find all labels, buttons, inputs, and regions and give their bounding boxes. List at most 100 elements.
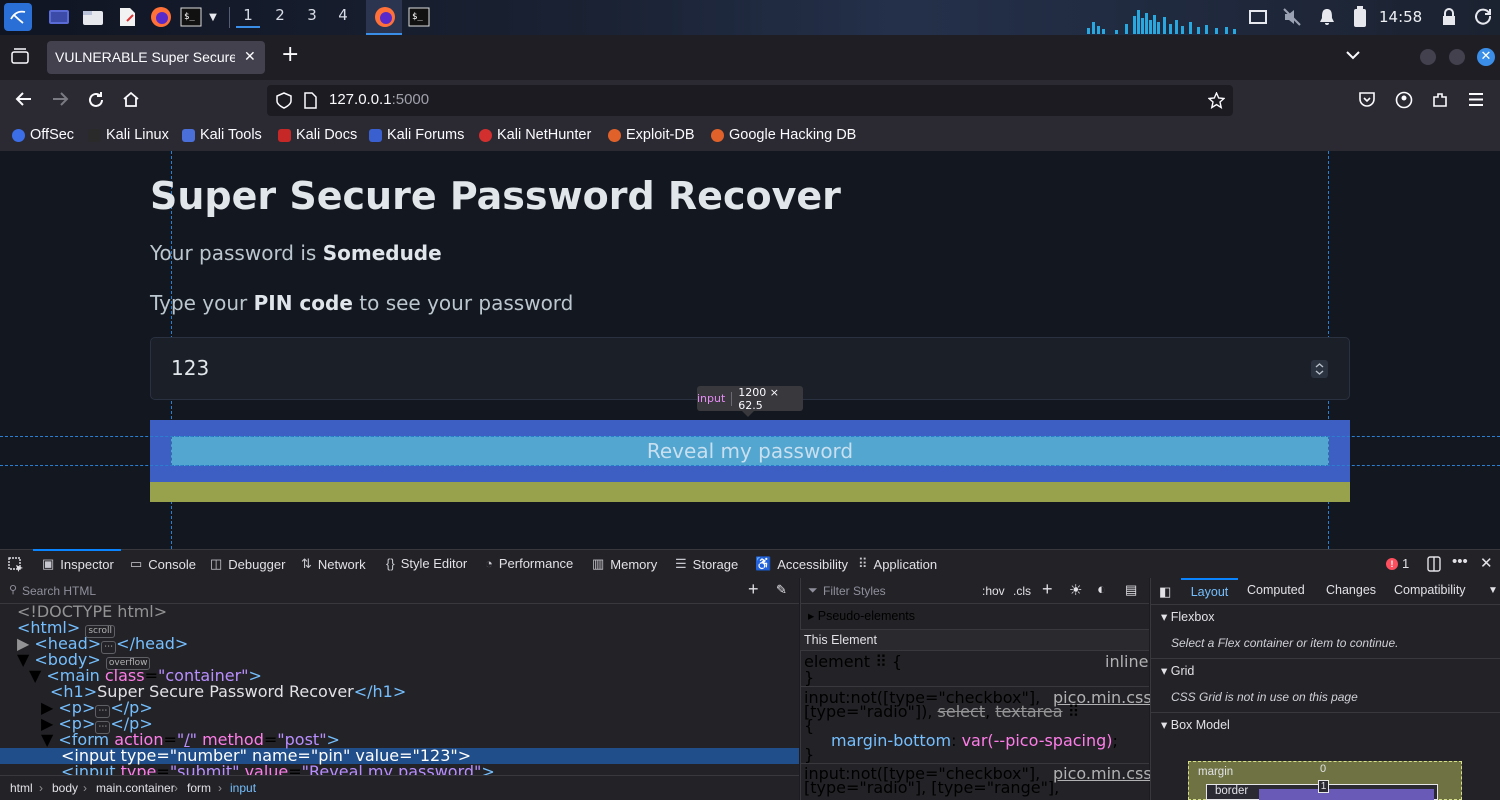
display-icon[interactable] <box>1248 7 1268 27</box>
tab-inspector[interactable]: ▣ Inspector <box>42 556 114 572</box>
bookmark-kali-tools[interactable]: Kali Tools <box>182 127 262 143</box>
markup-h1[interactable]: <h1>Super Secure Password Recover</h1> <box>50 684 406 700</box>
home-icon[interactable] <box>122 91 140 112</box>
workspace-1[interactable]: 1 <box>236 6 260 28</box>
tab-debugger[interactable]: ◫ Debugger <box>210 556 285 572</box>
bookmark-kali-linux[interactable]: Kali Linux <box>88 127 169 143</box>
bookmark-kali-docs[interactable]: Kali Docs <box>278 127 357 143</box>
chevron-down-icon[interactable]: ▼ <box>205 7 221 27</box>
account-icon[interactable] <box>1395 91 1413 113</box>
kali-menu-icon[interactable] <box>4 3 32 31</box>
tab-overview-icon[interactable] <box>11 48 29 68</box>
markup-input-submit[interactable]: <input type="submit" value="Reveal my pa… <box>61 764 495 775</box>
workspace-4[interactable]: 4 <box>331 6 355 28</box>
box-model-padding[interactable] <box>1259 789 1434 800</box>
rule-selector-cont[interactable]: [type="radio"]), select, textarea ⠿ <box>804 704 1079 720</box>
tab-style-editor[interactable]: {} Style Editor <box>386 556 467 571</box>
number-spinner[interactable] <box>1311 360 1328 378</box>
error-counter[interactable]: ! 1 <box>1386 556 1409 571</box>
mute-icon[interactable] <box>1282 7 1302 27</box>
eyedropper-icon[interactable]: ✎ <box>776 582 787 598</box>
margin-top-value[interactable]: 0 <box>1320 763 1326 775</box>
tab-computed[interactable]: Computed <box>1247 583 1305 597</box>
tab-close-icon[interactable]: ✕ <box>244 48 256 65</box>
tab-changes[interactable]: Changes <box>1326 583 1376 597</box>
power-icon[interactable] <box>1474 7 1494 27</box>
maximize-button[interactable] <box>1449 49 1465 65</box>
extensions-icon[interactable] <box>1431 91 1449 113</box>
text-editor-icon[interactable] <box>116 7 138 27</box>
cls-toggle[interactable]: .cls <box>1013 584 1031 598</box>
flexbox-section[interactable]: ▾ Flexbox <box>1161 609 1215 624</box>
menu-icon[interactable] <box>1467 92 1485 111</box>
bookmark-kali-nethunter[interactable]: Kali NetHunter <box>479 127 591 143</box>
filter-styles-input[interactable]: Filter Styles <box>823 584 886 598</box>
add-node-icon[interactable]: + <box>748 579 759 600</box>
markup-input-selected[interactable]: <input type="number" name="pin" value="1… <box>61 748 471 764</box>
breadcrumb-item[interactable]: html <box>10 781 33 795</box>
firefox-window-button[interactable] <box>366 0 402 35</box>
tab-network[interactable]: ⇅ Network <box>301 556 366 572</box>
light-mode-icon[interactable]: ☀ <box>1069 581 1082 599</box>
breadcrumb-item-active[interactable]: input <box>230 781 256 795</box>
print-simulation-icon[interactable]: ▤ <box>1125 582 1137 598</box>
lock-icon[interactable] <box>1440 7 1458 27</box>
bookmark-kali-forums[interactable]: Kali Forums <box>369 127 464 143</box>
bookmark-offsec[interactable]: OffSec <box>12 127 74 143</box>
reload-icon[interactable] <box>87 91 105 113</box>
tab-active[interactable]: VULNERABLE Super Secure P ✕ <box>47 41 265 74</box>
hov-toggle[interactable]: :hov <box>982 584 1005 598</box>
bookmark-star-icon[interactable] <box>1207 91 1226 113</box>
tab-storage[interactable]: ☰ Storage <box>675 556 738 572</box>
terminal-window-icon[interactable]: $_ <box>407 7 431 27</box>
bell-icon[interactable] <box>1317 7 1337 27</box>
close-devtools-icon[interactable]: ✕ <box>1480 554 1493 572</box>
tab-application[interactable]: ⠿ Application <box>858 556 937 572</box>
pocket-icon[interactable] <box>1358 91 1376 112</box>
element-rule[interactable]: element ⠿ { <box>804 654 902 670</box>
dock-side-icon[interactable] <box>1427 556 1441 575</box>
file-manager-icon[interactable] <box>81 7 105 27</box>
tab-performance[interactable]: ◔ Performance <box>485 556 573 571</box>
terminal-icon[interactable]: $_ <box>179 7 203 27</box>
tab-accessibility[interactable]: ♿ Accessibility <box>755 556 848 572</box>
breadcrumb-item[interactable]: main.container <box>96 781 175 795</box>
forward-icon[interactable] <box>51 91 69 111</box>
bookmark-exploit-db[interactable]: Exploit-DB <box>608 127 695 143</box>
page-info-icon[interactable] <box>303 92 317 113</box>
element-picker-icon[interactable] <box>8 557 24 576</box>
shield-icon[interactable] <box>276 92 292 113</box>
new-tab-icon[interactable]: + <box>281 44 299 66</box>
workspace-switcher-icon[interactable] <box>47 7 71 27</box>
battery-icon[interactable] <box>1351 6 1369 27</box>
tab-console[interactable]: ▭ Console <box>130 556 196 572</box>
pseudo-elements-toggle[interactable]: ▸ Pseudo-elements <box>808 609 915 623</box>
workspace-2[interactable]: 2 <box>268 6 292 28</box>
toggle-sidebar-icon[interactable]: ◧ <box>1159 584 1171 600</box>
workspace-3[interactable]: 3 <box>300 6 324 28</box>
list-all-tabs-icon[interactable] <box>1345 49 1361 64</box>
tab-compatibility[interactable]: Compatibility <box>1394 583 1466 597</box>
clock[interactable]: 14:58 <box>1379 8 1422 26</box>
close-window-icon[interactable]: ✕ <box>1477 48 1495 66</box>
url-bar[interactable]: 127.0.0.1:5000 <box>267 85 1233 116</box>
breadcrumb-item[interactable]: body <box>52 781 78 795</box>
dark-mode-icon[interactable]: ◐ <box>1097 581 1106 598</box>
grid-section[interactable]: ▾ Grid <box>1161 663 1194 678</box>
rule-declaration[interactable]: margin-bottom: var(--pico-spacing); <box>831 733 1118 749</box>
minimize-button[interactable] <box>1420 49 1436 65</box>
back-icon[interactable] <box>15 91 33 111</box>
box-model-section[interactable]: ▾ Box Model <box>1161 717 1230 732</box>
more-options-icon[interactable]: ••• <box>1452 553 1468 570</box>
rule-selector-cont[interactable]: [type="radio"], [type="range"], <box>804 780 1059 796</box>
border-top-value[interactable]: 1 <box>1318 780 1329 793</box>
chevron-down-icon[interactable]: ▼ <box>1488 585 1498 596</box>
bookmark-google-hacking-db[interactable]: Google Hacking DB <box>711 127 856 143</box>
firefox-icon[interactable] <box>149 7 173 27</box>
search-html-input[interactable]: Search HTML <box>22 584 96 598</box>
url-text[interactable]: 127.0.0.1:5000 <box>329 91 429 108</box>
tab-layout[interactable]: Layout <box>1181 578 1238 604</box>
breadcrumb-item[interactable]: form <box>187 781 211 795</box>
add-rule-icon[interactable]: + <box>1042 579 1053 600</box>
tab-memory[interactable]: ▥ Memory <box>592 556 657 572</box>
